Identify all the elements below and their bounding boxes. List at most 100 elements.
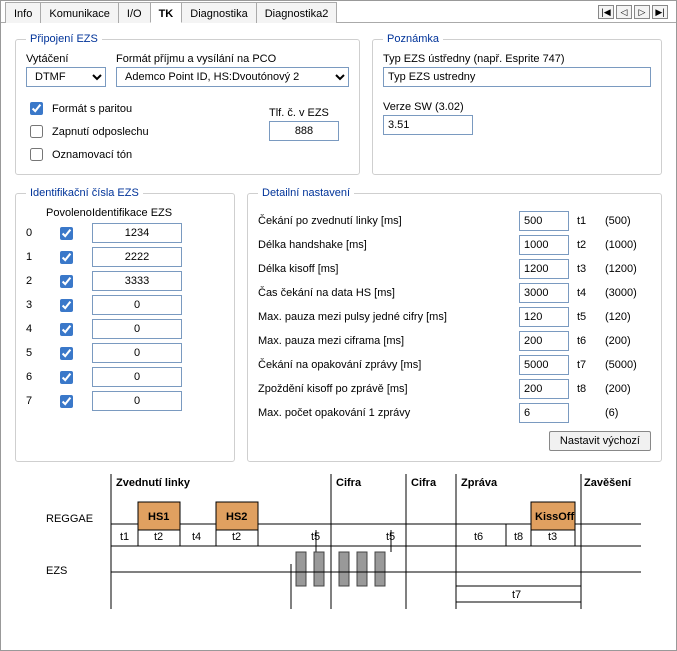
- tab-info[interactable]: Info: [5, 2, 41, 23]
- id-enabled-2[interactable]: [60, 275, 73, 288]
- check-listen-row[interactable]: Zapnutí odposlechu: [26, 122, 259, 141]
- nav-first[interactable]: |◀: [598, 5, 614, 19]
- detail-label: Zpoždění kisoff po zprávě [ms]: [258, 383, 513, 395]
- id-index: 4: [26, 323, 40, 335]
- legend-detail: Detailní nastavení: [258, 187, 354, 199]
- id-value-5[interactable]: [92, 343, 182, 363]
- detail-value-0[interactable]: [519, 211, 569, 231]
- id-row: 7: [26, 391, 224, 411]
- id-row: 2: [26, 271, 224, 291]
- detail-t: t4: [577, 287, 599, 299]
- select-dial[interactable]: DTMF: [26, 67, 106, 87]
- detail-t: t7: [577, 359, 599, 371]
- detail-label: Max. počet opakování 1 zprávy: [258, 407, 513, 419]
- label-parity: Formát s paritou: [52, 103, 132, 115]
- detail-def: (120): [605, 311, 651, 323]
- group-connection: Připojení EZS Vytáčení DTMF Formát příjm…: [15, 33, 360, 175]
- nav-next[interactable]: ▷: [634, 5, 650, 19]
- id-value-6[interactable]: [92, 367, 182, 387]
- legend-note: Poznámka: [383, 33, 443, 45]
- detail-label: Max. pauza mezi ciframa [ms]: [258, 335, 513, 347]
- detail-value-6[interactable]: [519, 355, 569, 375]
- id-enabled-6[interactable]: [60, 371, 73, 384]
- label-tlf: Tlf. č. v EZS: [269, 107, 349, 119]
- diag-hs2: HS2: [226, 511, 247, 523]
- id-index: 0: [26, 227, 40, 239]
- svg-text:t7: t7: [512, 589, 521, 601]
- check-parity[interactable]: [30, 102, 43, 115]
- id-enabled-0[interactable]: [60, 227, 73, 240]
- tab-tk[interactable]: TK: [150, 2, 183, 23]
- detail-t: t1: [577, 215, 599, 227]
- tab-komunikace[interactable]: Komunikace: [40, 2, 119, 23]
- detail-value-3[interactable]: [519, 283, 569, 303]
- check-listen[interactable]: [30, 125, 43, 138]
- check-tone[interactable]: [30, 148, 43, 161]
- group-note: Poznámka Typ EZS ústředny (např. Esprite…: [372, 33, 662, 175]
- detail-row: Čas čekání na data HS [ms] t4 (3000): [258, 283, 651, 303]
- id-value-3[interactable]: [92, 295, 182, 315]
- detail-t: t8: [577, 383, 599, 395]
- tab-i/o[interactable]: I/O: [118, 2, 151, 23]
- id-value-7[interactable]: [92, 391, 182, 411]
- diag-hs1: HS1: [148, 511, 169, 523]
- input-sw[interactable]: [383, 115, 473, 135]
- detail-label: Max. pauza mezi pulsy jedné cifry [ms]: [258, 311, 513, 323]
- nav-last[interactable]: ▶|: [652, 5, 668, 19]
- tab-diagnostika[interactable]: Diagnostika: [181, 2, 256, 23]
- diag-col-1: Cifra: [336, 477, 362, 489]
- input-tlf[interactable]: [269, 121, 339, 141]
- detail-value-1[interactable]: [519, 235, 569, 255]
- detail-value-7[interactable]: [519, 379, 569, 399]
- button-defaults[interactable]: Nastavit výchozí: [549, 431, 651, 451]
- id-value-1[interactable]: [92, 247, 182, 267]
- detail-value-5[interactable]: [519, 331, 569, 351]
- detail-t: t6: [577, 335, 599, 347]
- detail-row: Délka kisoff [ms] t3 (1200): [258, 259, 651, 279]
- detail-t: t2: [577, 239, 599, 251]
- label-listen: Zapnutí odposlechu: [52, 126, 149, 138]
- detail-label: Délka handshake [ms]: [258, 239, 513, 251]
- diag-row-ezs: EZS: [46, 565, 67, 577]
- diag-row-reggae: REGGAE: [46, 513, 93, 525]
- group-ids: Identifikační čísla EZS Povoleno Identif…: [15, 187, 235, 462]
- detail-t: t5: [577, 311, 599, 323]
- window: InfoKomunikaceI/OTKDiagnostikaDiagnostik…: [0, 0, 677, 651]
- label-sw: Verze SW (3.02): [383, 101, 651, 113]
- detail-def: (1200): [605, 263, 651, 275]
- id-row: 5: [26, 343, 224, 363]
- id-enabled-7[interactable]: [60, 395, 73, 408]
- detail-row: Čekání na opakování zprávy [ms] t7 (5000…: [258, 355, 651, 375]
- check-tone-row[interactable]: Oznamovací tón: [26, 145, 259, 164]
- id-value-2[interactable]: [92, 271, 182, 291]
- ids-col-enabled: Povoleno: [46, 207, 86, 219]
- tab-diagnostika2[interactable]: Diagnostika2: [256, 2, 338, 23]
- detail-row: Zpoždění kisoff po zprávě [ms] t8 (200): [258, 379, 651, 399]
- ids-col-id: Identifikace EZS: [92, 207, 224, 219]
- id-value-4[interactable]: [92, 319, 182, 339]
- id-enabled-1[interactable]: [60, 251, 73, 264]
- detail-t: t3: [577, 263, 599, 275]
- select-format[interactable]: Ademco Point ID, HS:Dvoutónový 2: [116, 67, 349, 87]
- check-parity-row[interactable]: Formát s paritou: [26, 99, 259, 118]
- detail-row: Max. pauza mezi pulsy jedné cifry [ms] t…: [258, 307, 651, 327]
- detail-value-2[interactable]: [519, 259, 569, 279]
- id-enabled-3[interactable]: [60, 299, 73, 312]
- diag-kiss: KissOff: [535, 511, 574, 523]
- detail-value-4[interactable]: [519, 307, 569, 327]
- detail-def: (6): [605, 407, 651, 419]
- svg-text:t1: t1: [120, 531, 129, 543]
- input-type[interactable]: [383, 67, 651, 87]
- nav-prev[interactable]: ◁: [616, 5, 632, 19]
- id-value-0[interactable]: [92, 223, 182, 243]
- detail-value-8[interactable]: [519, 403, 569, 423]
- label-dial: Vytáčení: [26, 53, 106, 65]
- id-enabled-5[interactable]: [60, 347, 73, 360]
- id-index: 7: [26, 395, 40, 407]
- detail-row: Max. počet opakování 1 zprávy (6): [258, 403, 651, 423]
- svg-text:t6: t6: [474, 531, 483, 543]
- detail-row: Max. pauza mezi ciframa [ms] t6 (200): [258, 331, 651, 351]
- detail-label: Čekání po zvednutí linky [ms]: [258, 215, 513, 227]
- detail-row: Délka handshake [ms] t2 (1000): [258, 235, 651, 255]
- id-enabled-4[interactable]: [60, 323, 73, 336]
